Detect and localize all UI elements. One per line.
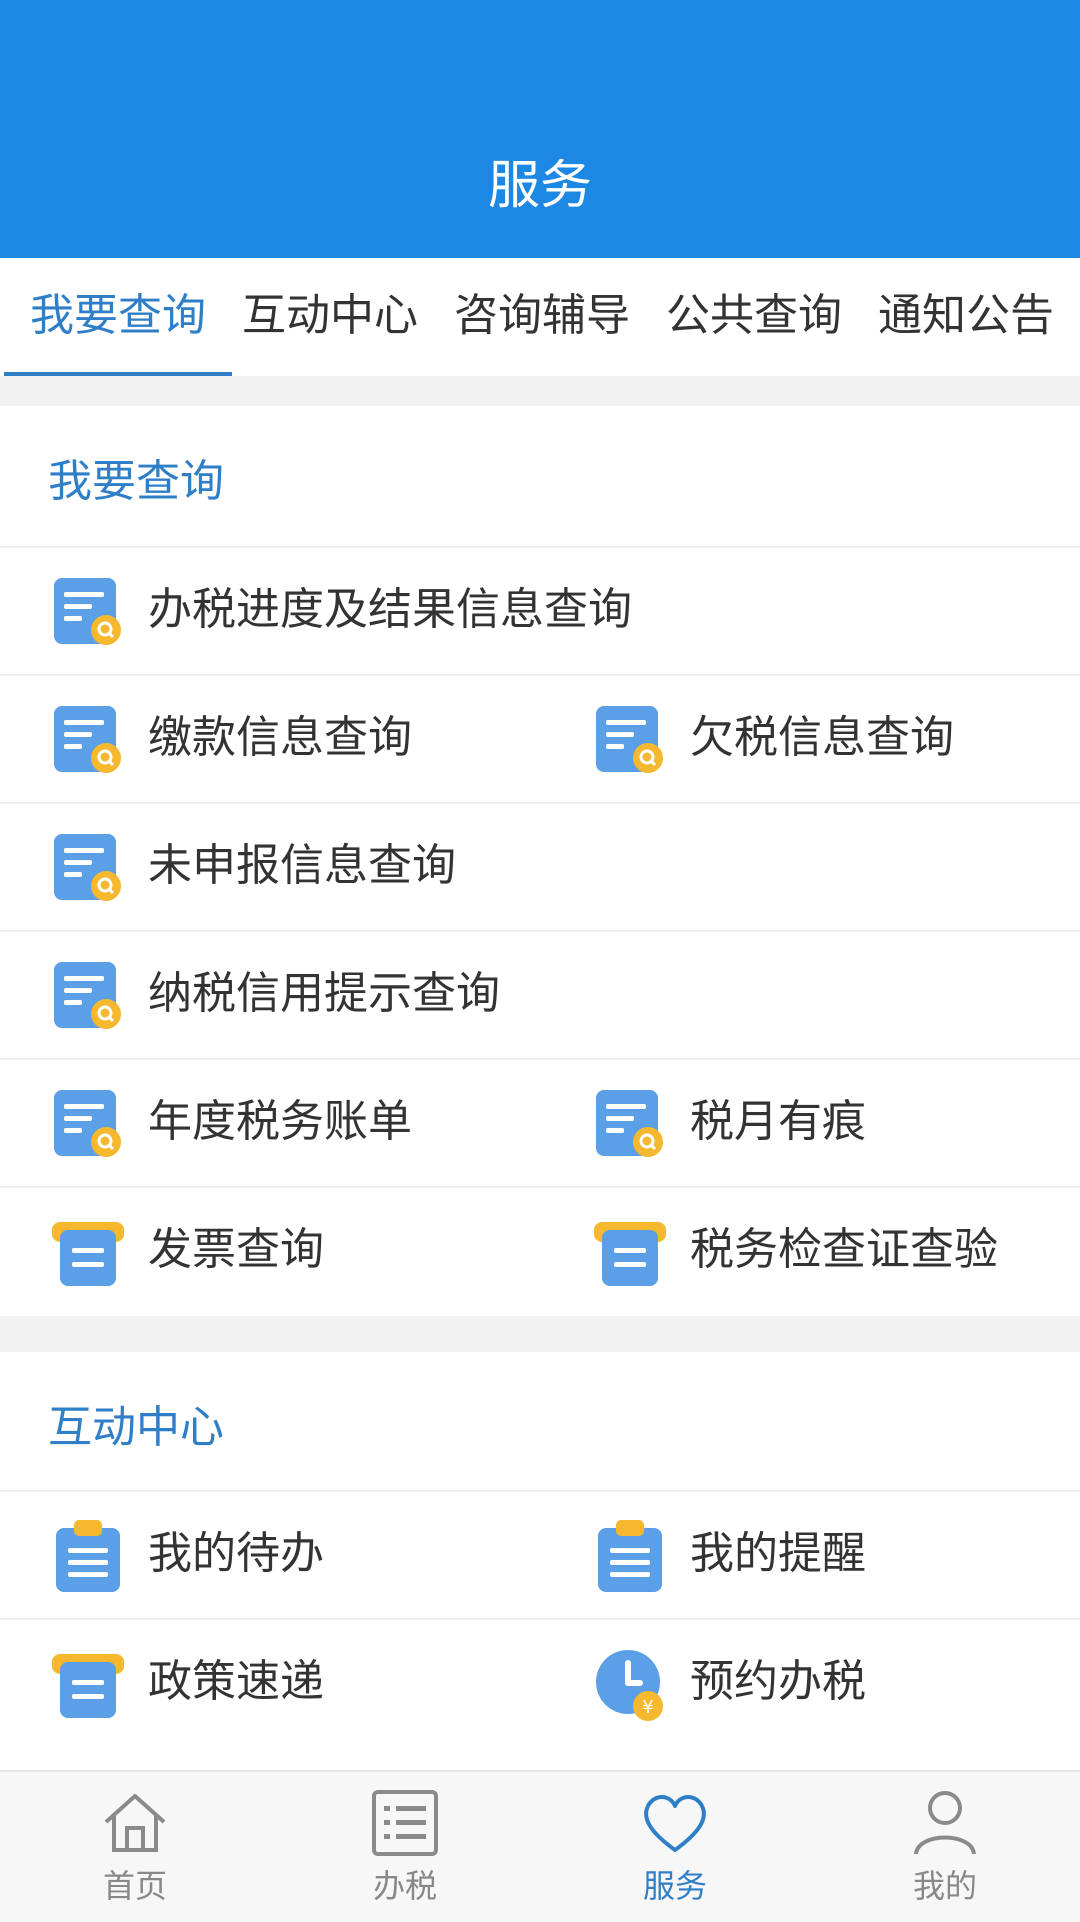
clipboard-icon <box>56 1520 120 1592</box>
query-annual-bill-item[interactable]: 年度税务账单 <box>52 1060 532 1188</box>
query-credit-item[interactable]: 纳税信用提示查询 <box>52 932 1052 1060</box>
document-search-icon <box>54 834 121 901</box>
nav-label: 我的 <box>912 1867 977 1905</box>
list-row: 年度税务账单 税月有痕 <box>0 1058 1080 1188</box>
section-divider <box>0 376 1080 406</box>
header: 服务 <box>0 0 1080 258</box>
clock-yuan-icon: ¥ <box>596 1650 663 1721</box>
list-row: 纳税信用提示查询 <box>0 930 1080 1060</box>
document-search-icon <box>596 1090 663 1157</box>
tab-query[interactable]: 我要查询 <box>30 286 206 346</box>
invoice-icon <box>594 1222 666 1286</box>
appointment-item[interactable]: ¥ 预约办税 <box>594 1620 1054 1748</box>
section-title-interaction: 互动中心 <box>48 1402 224 1453</box>
home-icon <box>104 1794 166 1852</box>
query-progress-item[interactable]: 办税进度及结果信息查询 <box>52 548 1052 676</box>
clipboard-icon <box>598 1520 662 1592</box>
document-search-icon <box>54 962 121 1029</box>
tab-bar: 我要查询 互动中心 咨询辅导 公共查询 通知公告 <box>0 258 1080 377</box>
section-divider <box>0 1316 1080 1352</box>
item-label: 预约办税 <box>690 1656 866 1707</box>
query-arrears-item[interactable]: 欠税信息查询 <box>594 676 1054 804</box>
nav-label: 首页 <box>102 1867 167 1905</box>
list-row: 未申报信息查询 <box>0 802 1080 932</box>
invoice-icon <box>52 1222 124 1286</box>
list-row: 我的待办 我的提醒 <box>0 1490 1080 1620</box>
nav-label: 办税 <box>372 1867 437 1905</box>
query-tax-month-item[interactable]: 税月有痕 <box>594 1060 1054 1188</box>
list-row: 缴款信息查询 欠税信息查询 <box>0 674 1080 804</box>
item-label: 办税进度及结果信息查询 <box>148 584 632 635</box>
item-label: 政策速递 <box>148 1656 324 1707</box>
list-row: 政策速递 ¥ 预约办税 <box>0 1618 1080 1748</box>
invoice-icon <box>52 1654 124 1718</box>
list-row: 发票查询 税务检查证查验 <box>0 1186 1080 1316</box>
item-label: 纳税信用提示查询 <box>148 968 500 1019</box>
list-icon <box>372 1790 438 1856</box>
item-label: 我的提醒 <box>690 1528 866 1579</box>
nav-service[interactable]: 服务 <box>540 1772 810 1922</box>
tab-public-query[interactable]: 公共查询 <box>666 286 842 346</box>
bottom-nav: 首页 办税 服务 我的 <box>0 1770 1080 1922</box>
document-search-icon <box>54 1090 121 1157</box>
policy-express-item[interactable]: 政策速递 <box>52 1620 532 1748</box>
item-label: 我的待办 <box>148 1528 324 1579</box>
svg-text:¥: ¥ <box>642 1697 653 1718</box>
query-invoice-item[interactable]: 发票查询 <box>52 1188 532 1316</box>
query-inspection-cert-item[interactable]: 税务检查证查验 <box>594 1188 1054 1316</box>
document-search-icon <box>54 706 121 773</box>
query-undeclared-item[interactable]: 未申报信息查询 <box>52 804 1052 932</box>
my-todo-item[interactable]: 我的待办 <box>52 1492 532 1620</box>
page-title: 服务 <box>487 156 592 216</box>
nav-home[interactable]: 首页 <box>0 1772 270 1922</box>
section-title-query: 我要查询 <box>48 456 224 507</box>
document-search-icon <box>54 578 121 645</box>
item-label: 税务检查证查验 <box>690 1224 998 1275</box>
document-search-icon <box>596 706 663 773</box>
heart-icon <box>644 1795 706 1852</box>
nav-tax[interactable]: 办税 <box>270 1772 540 1922</box>
list-row: 办税进度及结果信息查询 <box>0 546 1080 676</box>
tab-notices[interactable]: 通知公告 <box>878 286 1054 346</box>
my-reminder-item[interactable]: 我的提醒 <box>594 1492 1054 1620</box>
item-label: 税月有痕 <box>690 1096 866 1147</box>
query-payment-item[interactable]: 缴款信息查询 <box>52 676 532 804</box>
tab-interaction[interactable]: 互动中心 <box>242 286 418 346</box>
item-label: 年度税务账单 <box>148 1096 412 1147</box>
nav-mine[interactable]: 我的 <box>810 1772 1080 1922</box>
item-label: 发票查询 <box>148 1224 324 1275</box>
item-label: 欠税信息查询 <box>690 712 954 763</box>
user-icon <box>914 1791 976 1855</box>
nav-label: 服务 <box>642 1867 707 1905</box>
item-label: 缴款信息查询 <box>148 712 412 763</box>
tab-consulting[interactable]: 咨询辅导 <box>454 286 630 346</box>
item-label: 未申报信息查询 <box>148 840 456 891</box>
